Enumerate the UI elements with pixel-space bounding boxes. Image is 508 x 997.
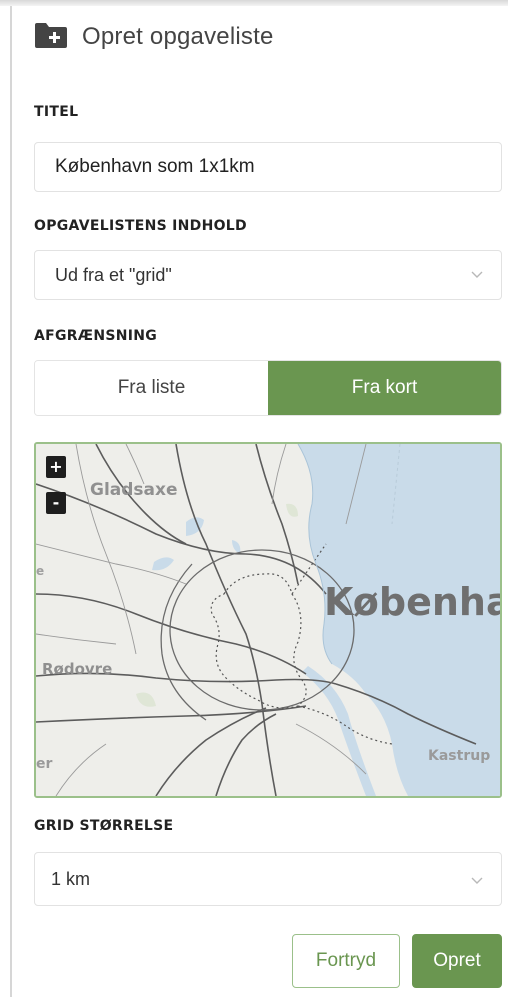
from-map-option[interactable]: Fra kort <box>268 361 501 415</box>
top-border <box>0 0 508 6</box>
cancel-button[interactable]: Fortryd <box>292 934 400 988</box>
map-view[interactable]: + - Gladsaxe Københav Rødovre er Kastrup… <box>34 442 502 798</box>
from-list-option[interactable]: Fra liste <box>35 361 268 415</box>
map-label-kobenhavn: Københav <box>324 580 500 624</box>
title-input[interactable]: København som 1x1km <box>34 142 502 192</box>
map-label-e: e <box>36 564 45 578</box>
chevron-down-icon <box>471 877 483 884</box>
panel-title: Opret opgaveliste <box>82 23 274 50</box>
content-select[interactable]: Ud fra et "grid" <box>34 250 502 300</box>
create-button[interactable]: Opret <box>412 934 502 988</box>
grid-size-label: GRID STØRRELSE <box>34 818 174 834</box>
folder-plus-icon <box>22 21 82 54</box>
chevron-down-icon <box>471 271 483 278</box>
grid-size-select[interactable]: 1 km <box>34 852 502 906</box>
boundary-field-label: AFGRÆNSNING <box>34 328 158 344</box>
map-label-gladsaxe: Gladsaxe <box>90 480 178 500</box>
zoom-out-button[interactable]: - <box>46 492 66 514</box>
content-select-value: Ud fra et "grid" <box>55 265 172 285</box>
map-label-kastrup: Kastrup <box>428 748 491 764</box>
create-task-list-panel: Opret opgaveliste TITEL København som 1x… <box>22 10 506 988</box>
title-input-value: København som 1x1km <box>55 156 255 177</box>
map-label-er: er <box>36 756 53 772</box>
grid-size-value: 1 km <box>51 869 91 889</box>
zoom-in-button[interactable]: + <box>46 456 66 478</box>
left-border <box>10 6 12 997</box>
title-field-label: TITEL <box>34 104 79 120</box>
boundary-toggle: Fra liste Fra kort <box>34 360 502 416</box>
dialog-frame: Opret opgaveliste TITEL København som 1x… <box>0 0 508 997</box>
content-field-label: OPGAVELISTENS INDHOLD <box>34 218 247 234</box>
map-label-rodovre: Rødovre <box>42 660 113 678</box>
panel-header: Opret opgaveliste <box>22 10 506 64</box>
